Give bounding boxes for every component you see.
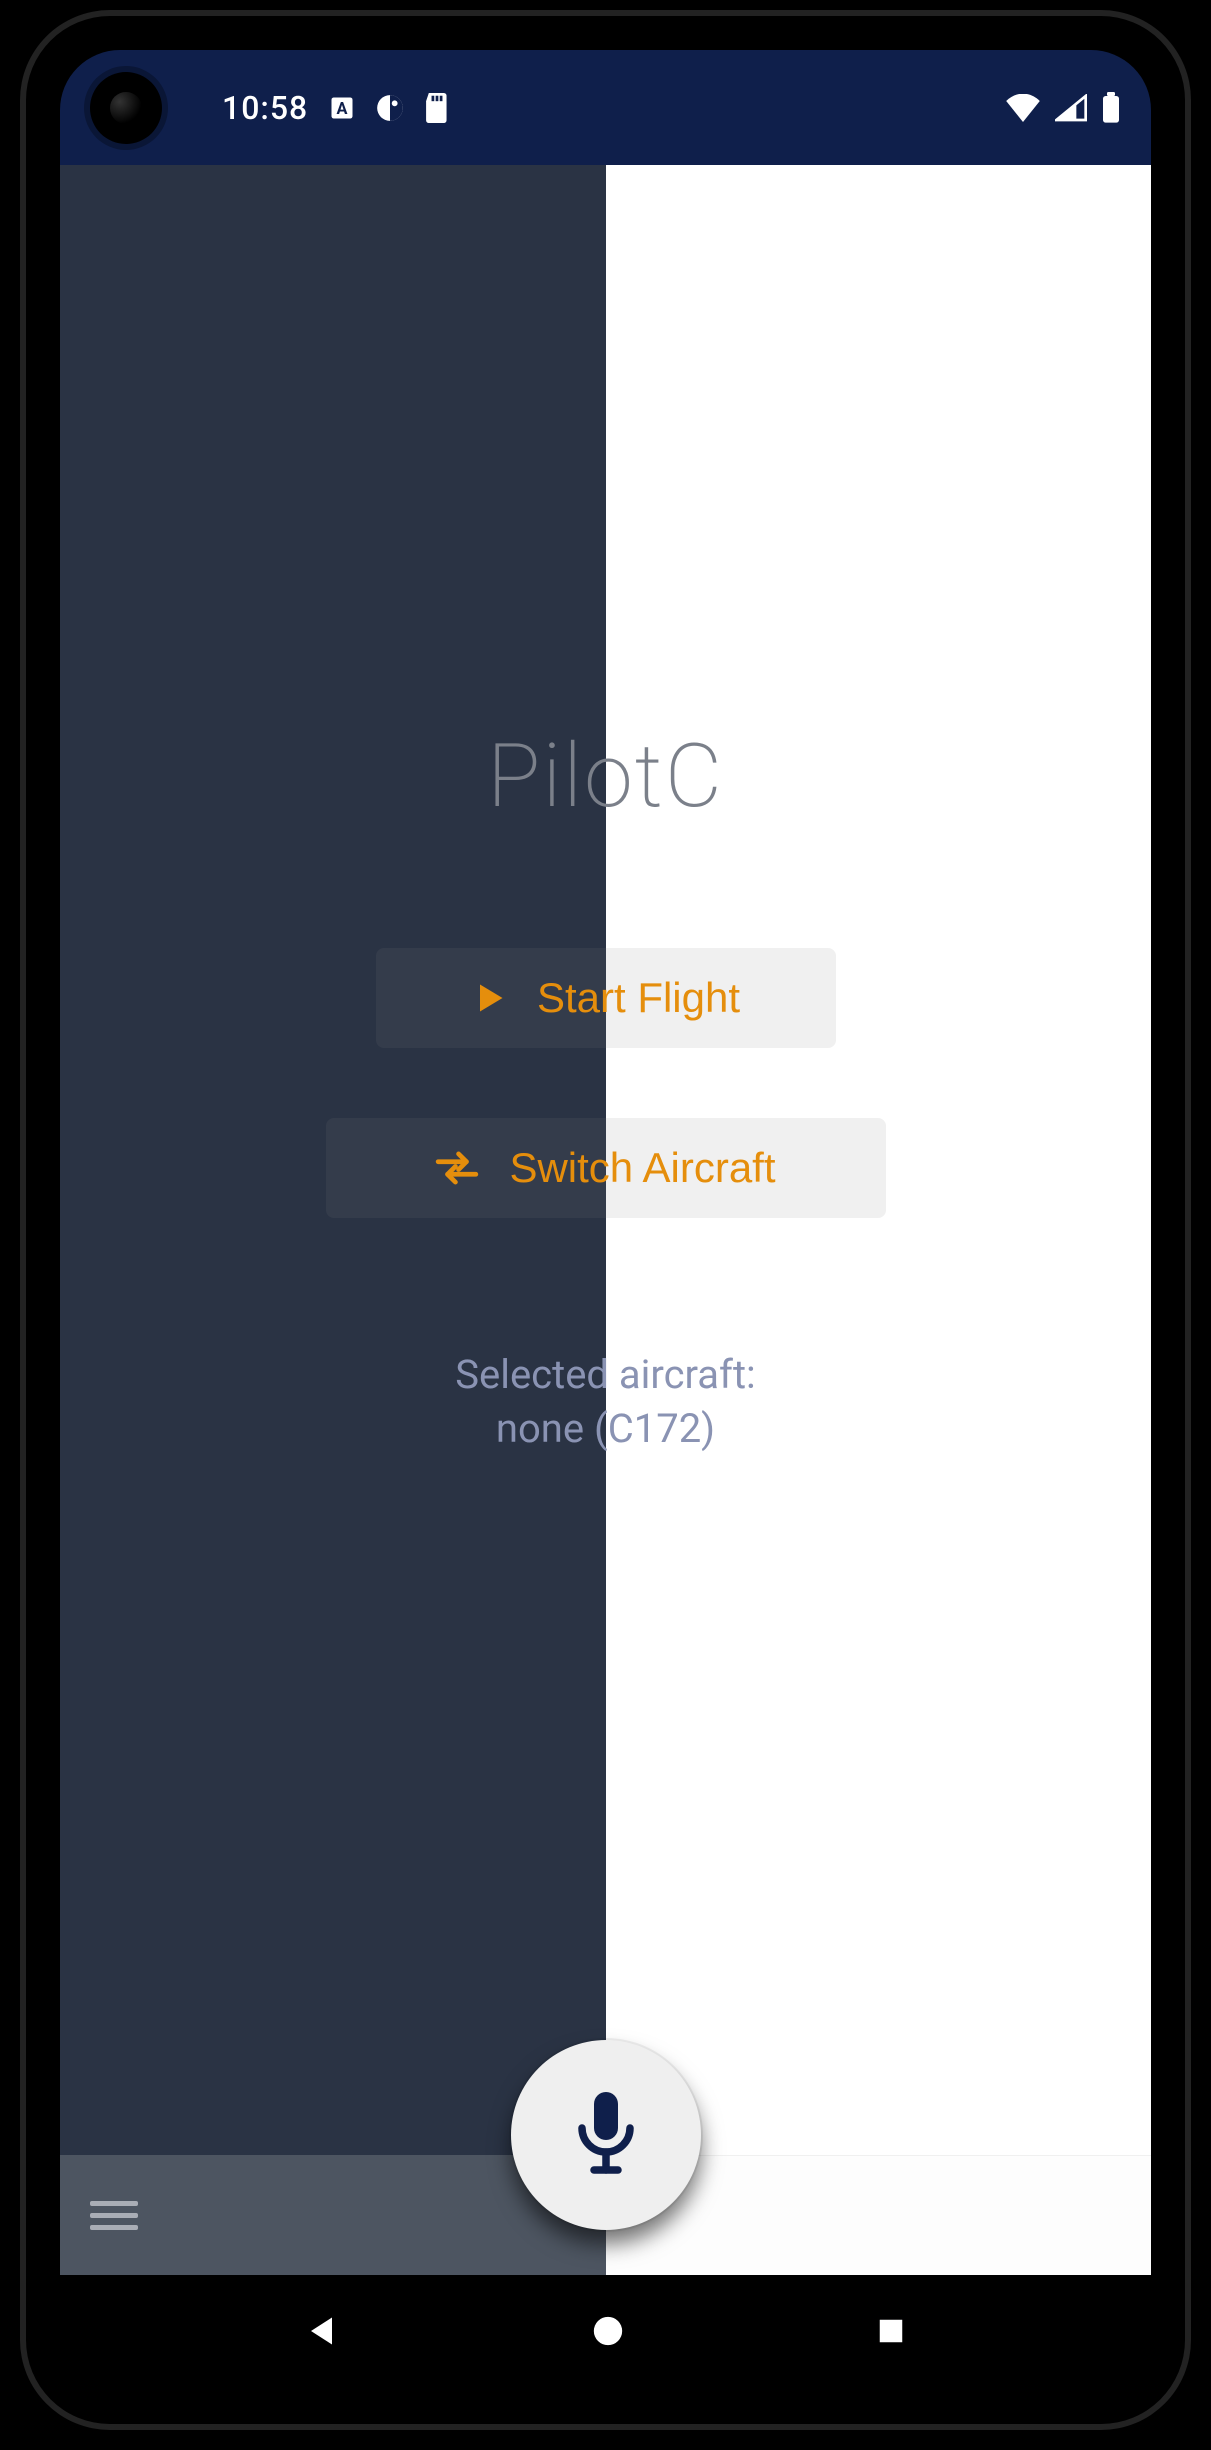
back-button[interactable] — [305, 2313, 341, 2352]
svg-text:A: A — [337, 98, 348, 117]
home-button[interactable] — [591, 2314, 625, 2351]
selected-aircraft-value: none (C172) — [455, 1402, 755, 1456]
status-right-group — [1005, 92, 1121, 124]
selected-aircraft-block: Selected aircraft: none (C172) — [455, 1348, 755, 1456]
recents-square-icon — [876, 2316, 906, 2349]
status-time: 10:58 — [222, 89, 308, 127]
phone-frame: 10:58 A — [20, 10, 1191, 2430]
camera-hole — [90, 72, 162, 144]
phone-screen: 10:58 A — [60, 50, 1151, 2390]
app-body: PilotC Start Flight — [60, 165, 1151, 2275]
recents-button[interactable] — [876, 2316, 906, 2349]
app-title: PilotC — [487, 725, 724, 828]
hamburger-line — [90, 2225, 138, 2230]
back-triangle-icon — [305, 2313, 341, 2352]
microphone-button[interactable] — [511, 2040, 701, 2230]
home-circle-icon — [591, 2314, 625, 2351]
center-content: PilotC Start Flight — [60, 725, 1151, 1456]
play-icon — [471, 980, 507, 1016]
privacy-icon — [376, 94, 404, 122]
selected-aircraft-label: Selected aircraft: — [455, 1348, 755, 1402]
microphone-icon — [570, 2086, 642, 2185]
hamburger-line — [90, 2201, 138, 2206]
hamburger-line — [90, 2213, 138, 2218]
switch-aircraft-label: Switch Aircraft — [509, 1144, 775, 1192]
swap-icon — [435, 1150, 479, 1186]
start-flight-button[interactable]: Start Flight — [376, 948, 836, 1048]
start-flight-label: Start Flight — [537, 974, 740, 1022]
keyboard-icon: A — [328, 94, 356, 122]
status-bar: 10:58 A — [60, 50, 1151, 165]
battery-icon — [1101, 92, 1121, 124]
sd-card-icon — [424, 93, 450, 123]
cellular-icon — [1055, 94, 1087, 122]
android-nav-bar — [60, 2275, 1151, 2390]
wifi-icon — [1005, 94, 1041, 122]
switch-aircraft-button[interactable]: Switch Aircraft — [326, 1118, 886, 1218]
menu-button[interactable] — [90, 2201, 138, 2230]
status-left-group: 10:58 A — [90, 72, 450, 144]
